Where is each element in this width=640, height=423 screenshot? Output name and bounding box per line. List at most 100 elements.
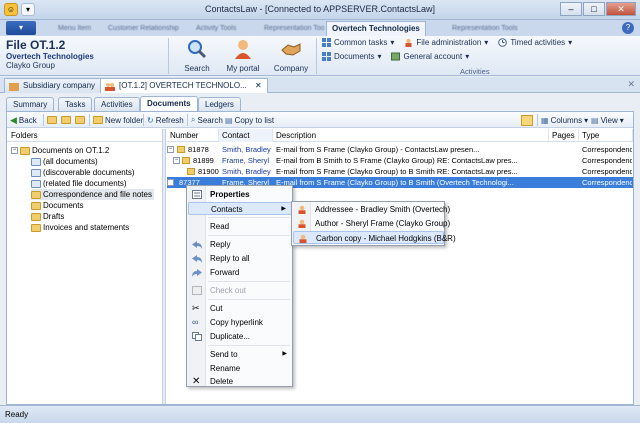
company-button[interactable]: Company [266, 38, 316, 73]
column-contact[interactable]: Contact [219, 129, 273, 142]
tab-tasks[interactable]: Tasks [58, 97, 93, 111]
cell-number: 81900 [198, 167, 219, 176]
email-thread-icon [187, 168, 195, 175]
menu-item-rename[interactable]: Rename [188, 362, 292, 375]
timed-activities-button[interactable]: Timed activities ▾ [498, 38, 572, 47]
maximize-button[interactable]: □ [583, 2, 605, 16]
column-number[interactable]: Number [167, 129, 219, 142]
folder-correspondence[interactable]: Correspondence and file notes [31, 189, 154, 200]
folder-related-file[interactable]: (related file documents) [31, 178, 127, 189]
folder-drafts[interactable]: Drafts [31, 211, 64, 222]
view-icon: ▤ [591, 115, 599, 125]
menu-label: Delete [210, 377, 234, 386]
menu-label: Check out [210, 286, 247, 295]
table-row[interactable]: 81900 Smith, Bradley E-mail from S Frame… [167, 166, 633, 177]
column-pages[interactable]: Pages [549, 129, 579, 142]
doc-tab-label: [OT.1.2] OVERTECH TECHNOLO... [119, 81, 247, 90]
close-button[interactable]: ✕ [606, 2, 636, 16]
new-folder-button[interactable]: New folder [93, 114, 143, 126]
toolbar-separator [143, 114, 144, 126]
help-icon[interactable]: ? [622, 22, 634, 34]
back-button[interactable]: ◀ Back [10, 114, 37, 126]
ribbon-tab-menu-item[interactable]: Menu Item [58, 22, 102, 35]
refresh-button[interactable]: ↻ Refresh [147, 114, 184, 126]
menu-item-properties[interactable]: Properties [188, 188, 292, 201]
close-all-icon[interactable]: ✕ [627, 79, 635, 90]
documents-button[interactable]: Documents ▾ [322, 52, 381, 61]
file-administration-button[interactable]: File administration ▾ [404, 38, 488, 47]
file-title: File OT.1.2 [6, 38, 66, 52]
menu-item-contacts[interactable]: Contacts ▶ [188, 202, 292, 215]
menu-separator [208, 299, 290, 300]
ribbon-tab-overtech[interactable]: Overtech Technologies [326, 21, 426, 36]
duplicate-icon [192, 332, 202, 341]
cell-pages [552, 177, 578, 188]
menu-item-read[interactable]: Read [188, 220, 292, 233]
collapse-icon[interactable]: − [173, 157, 180, 164]
documents-toolbar: ◀ Back New folder ↻ Refresh ⌕ Search ▤ Copy … [7, 112, 633, 128]
menu-item-cut[interactable]: ✂ Cut [188, 302, 292, 315]
folder-all-documents[interactable]: (all documents) [31, 156, 98, 167]
collapse-icon[interactable]: − [11, 147, 18, 154]
copy-to-list-button[interactable]: ▤ Copy to list [225, 114, 274, 126]
submenu-item-author[interactable]: Author - Sheryl Frame (Clayko Group) [293, 217, 450, 230]
minimize-button[interactable]: – [560, 2, 582, 16]
cell-description: E-mail from B Smith to S Frame (Clayko G… [276, 156, 518, 165]
folders-header: Folders [7, 129, 162, 142]
open-folder-button[interactable] [75, 114, 85, 126]
pane-splitter[interactable] [162, 129, 166, 404]
ribbon-tab-activity-tools[interactable]: Activity Tools [196, 22, 254, 35]
expand-icon[interactable]: + [167, 179, 174, 186]
folder-root[interactable]: − Documents on OT.1.2 [11, 145, 109, 156]
folder-invoices[interactable]: Invoices and statements [31, 222, 129, 233]
menu-item-check-out[interactable]: Check out [188, 284, 292, 297]
general-account-button[interactable]: General account ▾ [391, 52, 469, 61]
file-company: Overtech Technologies [6, 52, 94, 61]
search-folder-icon [31, 168, 41, 177]
folder-documents[interactable]: Documents [31, 200, 83, 211]
folder-label: (related file documents) [43, 179, 127, 188]
submenu-item-addressee[interactable]: Addressee - Bradley Smith (Overtech) [293, 203, 450, 216]
column-type[interactable]: Type [579, 129, 633, 142]
submenu-label: Carbon copy - Michael Hodgkins (B&R) [316, 234, 456, 243]
menu-item-reply-all[interactable]: Reply to all [188, 252, 292, 265]
search-toolbar-button[interactable]: ⌕ Search [191, 114, 223, 126]
ribbon-tab-representation-tools[interactable]: Representation Tools [264, 22, 324, 35]
close-tab-icon[interactable]: ✕ [255, 81, 262, 90]
search-ribbon-button[interactable]: Search [172, 38, 222, 73]
ribbon-tab-representation-tools-2[interactable]: Representation Tools [452, 22, 528, 35]
link-icon: ∞ [192, 317, 199, 327]
table-row[interactable]: − 81899 Frame, Sheryl E-mail from B Smit… [167, 155, 633, 166]
menu-item-send-to[interactable]: Send to ▶ [188, 348, 292, 361]
tab-documents[interactable]: Documents [140, 96, 198, 111]
doc-tab-file[interactable]: [OT.1.2] OVERTECH TECHNOLO... ✕ [100, 78, 268, 93]
my-portal-button[interactable]: My portal [218, 38, 268, 73]
folder-icon [31, 201, 41, 210]
submenu-item-carbon-copy[interactable]: Carbon copy - Michael Hodgkins (B&R) [293, 231, 456, 244]
collapse-icon[interactable]: − [167, 146, 174, 153]
view-label: View [600, 115, 618, 125]
menu-item-reply[interactable]: Reply [188, 238, 292, 251]
cell-description: E-mail from S Frame (Clayko Group) to B … [276, 178, 514, 187]
tab-activities[interactable]: Activities [94, 97, 140, 111]
view-button[interactable]: ▤ View ▾ [591, 114, 624, 126]
preview-toggle-button[interactable] [521, 114, 533, 126]
tab-ledgers[interactable]: Ledgers [198, 97, 241, 111]
application-menu-button[interactable]: ▾ [6, 21, 36, 35]
menu-item-duplicate[interactable]: Duplicate... [188, 330, 292, 343]
tab-summary[interactable]: Summary [6, 97, 55, 111]
folder-discoverable[interactable]: (discoverable documents) [31, 167, 135, 178]
menu-item-delete[interactable]: ✕ Delete [188, 375, 292, 388]
home-button[interactable] [61, 114, 71, 126]
column-description[interactable]: Description [273, 129, 549, 142]
menu-item-copy-hyperlink[interactable]: ∞ Copy hyperlink [188, 316, 292, 329]
menu-item-forward[interactable]: Forward [188, 266, 292, 279]
table-row[interactable]: − 81878 Smith, Bradley E-mail from S Fra… [167, 144, 633, 155]
up-folder-button[interactable] [47, 114, 57, 126]
person-small-icon [405, 38, 412, 47]
columns-button[interactable]: ▦ Columns ▾ [541, 114, 588, 126]
dropdown-arrow-icon: ▾ [584, 115, 589, 125]
ribbon-tab-customer-relationship[interactable]: Customer Relationship [108, 22, 188, 35]
doc-tab-subsidiary-company[interactable]: Subsidiary company [4, 78, 102, 93]
common-tasks-button[interactable]: Common tasks ▾ [322, 38, 394, 47]
